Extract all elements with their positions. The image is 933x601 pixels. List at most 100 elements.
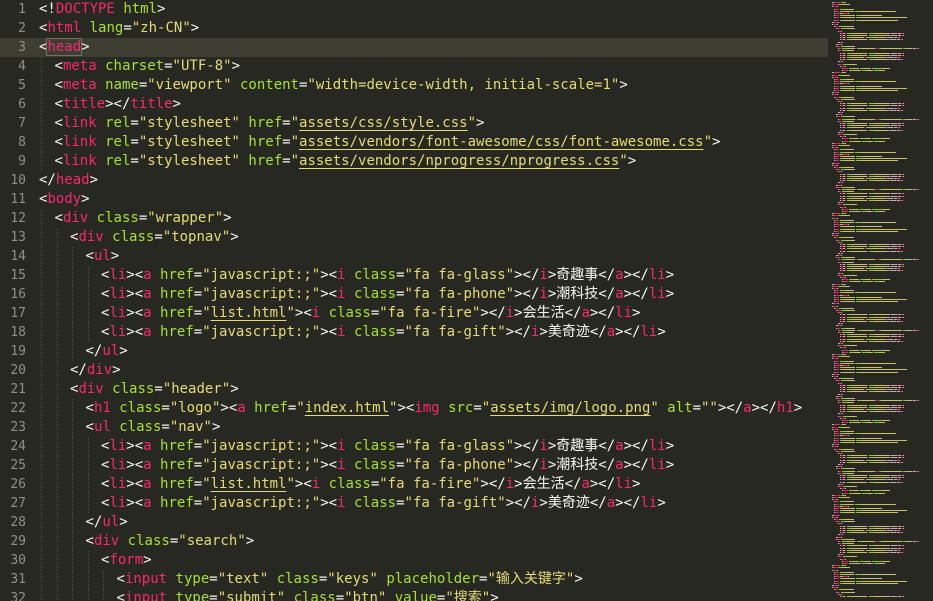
code-line[interactable]: 24 <li><a href="javascript:;"><i class="f…: [0, 437, 828, 456]
token-pun: [346, 267, 354, 283]
indent-guide: [72, 418, 73, 437]
minimap-stroke: [849, 215, 850, 217]
minimap-stroke: [835, 26, 838, 28]
code-line[interactable]: 23 <ul class="nav">: [0, 418, 828, 437]
minimap-stroke: [867, 404, 868, 406]
minimap-stroke: [872, 490, 882, 492]
minimap-stroke: [837, 46, 840, 47]
code-line[interactable]: 9 <link rel="stylesheet" href="assets/ven…: [0, 152, 828, 171]
minimap-stroke: [843, 349, 848, 351]
code-line[interactable]: 4 <meta charset="UTF-8">: [0, 57, 828, 76]
code-line[interactable]: 31 <input type="text" class="keys" placeh…: [0, 570, 828, 589]
minimap-stroke: [867, 321, 868, 322]
indent-guide: [41, 380, 42, 399]
minimap[interactable]: [828, 0, 933, 601]
token-pun: =: [396, 457, 405, 473]
indent-guide: [87, 570, 89, 589]
line-number: 15: [10, 268, 26, 283]
token-pun: </: [589, 324, 607, 340]
minimap-stroke: [875, 547, 887, 549]
code-line[interactable]: 1 <!DOCTYPE html>: [0, 0, 828, 19]
code-editor[interactable]: 1 <!DOCTYPE html> 2 <html lang="zh-CN"> 3 <he…: [0, 0, 828, 601]
minimap-stroke: [854, 468, 855, 470]
token-attr: class: [119, 419, 162, 435]
token-str: "fa fa-gift": [404, 324, 506, 340]
minimap-stroke: [838, 233, 839, 234]
minimap-stroke: [845, 378, 853, 380]
code-line[interactable]: 2 <html lang="zh-CN">: [0, 19, 828, 38]
token-pun: =: [193, 457, 203, 473]
code-line[interactable]: 19 </ul>: [0, 342, 828, 361]
minimap-stroke: [844, 367, 855, 369]
minimap-stroke: [866, 68, 871, 69]
minimap-stroke: [881, 508, 882, 509]
token-tag: i: [337, 495, 346, 511]
minimap-stroke: [839, 261, 841, 263]
token-pun: ></: [505, 324, 531, 340]
token-tag: a: [615, 267, 624, 283]
code-line[interactable]: 15 <li><a href="javascript:;"><i class="f…: [0, 266, 828, 285]
token-pun: ><: [294, 305, 312, 321]
code-line[interactable]: 3 <head>: [0, 38, 828, 57]
indent-guide: [87, 551, 89, 570]
indent-guide: [41, 304, 42, 323]
code-line[interactable]: 26 <li><a href="list.html"><i class="fa f…: [0, 475, 828, 494]
minimap-stroke: [897, 160, 898, 162]
minimap-stroke: [864, 107, 865, 109]
code-line[interactable]: 5 <meta name="viewport" content="width=de…: [0, 76, 828, 95]
minimap-stroke: [845, 475, 846, 476]
code-line[interactable]: 30 <form>: [0, 551, 828, 570]
code-line[interactable]: 32 <input type="submit" class="btn" value…: [0, 589, 828, 601]
token-path: assets/vendors/font-awesome/css/font-awe…: [299, 134, 704, 150]
minimap-stroke: [864, 530, 865, 531]
code-line[interactable]: 12 <div class="wrapper">: [0, 209, 828, 228]
code-line[interactable]: 28 </ul>: [0, 513, 828, 532]
code-line[interactable]: 17 <li><a href="list.html"><i class="fa f…: [0, 304, 828, 323]
minimap-stroke: [862, 292, 895, 294]
minimap-stroke: [903, 123, 904, 124]
minimap-stroke: [839, 191, 841, 193]
minimap-stroke: [852, 32, 865, 34]
code-line[interactable]: 14 <ul>: [0, 247, 828, 266]
code-line[interactable]: 29 <div class="search">: [0, 532, 828, 551]
code-line[interactable]: 20 </div>: [0, 361, 828, 380]
token-str: "fa fa-phone": [404, 286, 515, 302]
minimap-stroke: [835, 149, 839, 151]
minimap-stroke: [875, 545, 887, 547]
code-line[interactable]: 11 <body>: [0, 190, 828, 209]
code-line[interactable]: 7 <link rel="stylesheet" href="assets/css…: [0, 114, 828, 133]
code-line[interactable]: 21 <div class="header">: [0, 380, 828, 399]
minimap-stroke: [899, 37, 900, 39]
code-line[interactable]: 27 <li><a href="javascript:;"><i class="f…: [0, 494, 828, 513]
code-line[interactable]: 16 <li><a href="javascript:;"><i class="f…: [0, 285, 828, 304]
minimap-stroke: [897, 90, 898, 91]
code-text: </div>: [39, 361, 828, 380]
minimap-stroke: [845, 206, 846, 208]
code-line[interactable]: 18 <li><a href="javascript:;"><i class="f…: [0, 323, 828, 342]
indent-guide: [56, 437, 58, 456]
minimap-stroke: [853, 197, 861, 199]
minimap-stroke: [862, 367, 880, 369]
minimap-stroke: [903, 475, 904, 476]
minimap-stroke: [834, 213, 840, 215]
token-pun: >: [574, 571, 583, 587]
code-line[interactable]: 13 <div class="topnav">: [0, 228, 828, 247]
minimap-stroke: [838, 444, 839, 446]
code-line[interactable]: 8 <link rel="stylesheet" href="assets/ven…: [0, 133, 828, 152]
code-line[interactable]: 22 <h1 class="logo"><a href="index.html">…: [0, 399, 828, 418]
minimap-stroke: [872, 178, 883, 179]
code-line[interactable]: 6 <title></title>: [0, 95, 828, 114]
code-line[interactable]: 10 </head>: [0, 171, 828, 190]
minimap-stroke: [852, 481, 865, 483]
token-str: "fa fa-fire": [379, 476, 481, 492]
token-str: "fa fa-gift": [404, 495, 506, 511]
minimap-stroke: [845, 237, 853, 239]
minimap-stroke: [841, 453, 842, 454]
code-line[interactable]: 25 <li><a href="javascript:;"><i class="f…: [0, 456, 828, 475]
minimap-stroke: [903, 406, 904, 408]
minimap-stroke: [903, 246, 904, 248]
minimap-stroke: [837, 591, 840, 593]
minimap-stroke: [899, 127, 900, 129]
line-number: 27: [10, 496, 26, 511]
minimap-stroke: [853, 378, 854, 380]
